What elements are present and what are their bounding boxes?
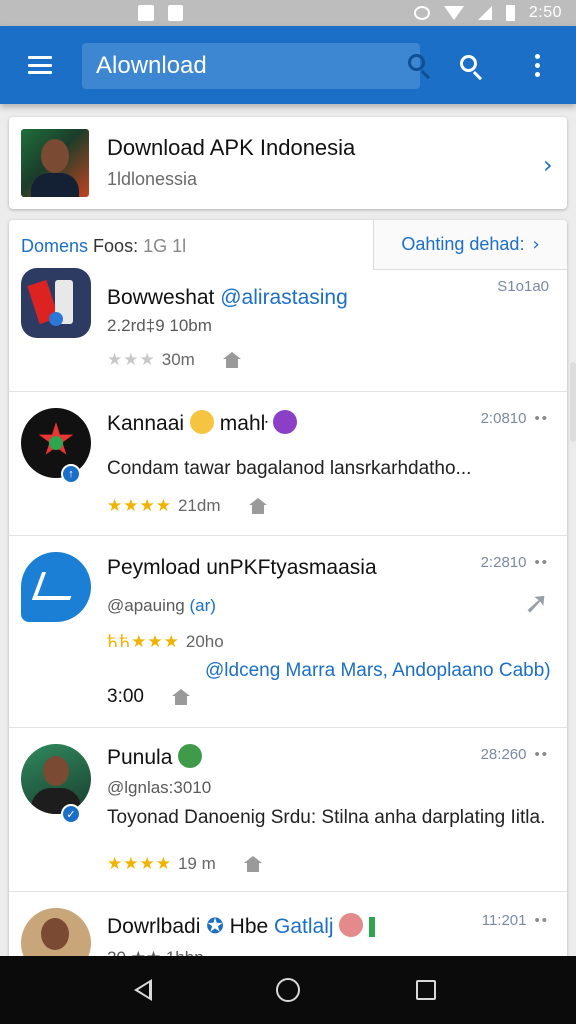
home-circle-icon[interactable]	[276, 978, 300, 1002]
header-foos: Foos:	[93, 236, 139, 256]
home-icon[interactable]	[248, 498, 267, 514]
item-meta: 2.2rd‡9 10bm	[107, 316, 212, 335]
more-vert-icon[interactable]	[534, 54, 542, 78]
notification-icon-2	[168, 5, 183, 21]
status-time: 2:50	[528, 4, 562, 21]
item-description: Condam tawar bagalanod lansrkarhdatho...	[107, 458, 472, 479]
item-time: 28:260 ••	[480, 746, 549, 763]
search-icon[interactable]	[406, 52, 431, 80]
emoji-icon	[339, 913, 364, 938]
verified-badge-icon: ✓	[61, 804, 81, 824]
item-time: 11:201 ••	[481, 912, 549, 929]
rating-text: 21dm	[177, 496, 221, 515]
app-list-panel: Domens Foos: 1G 1l Oahting dehad: › Boww…	[9, 220, 567, 980]
rating-row: ★★★ 30m	[107, 350, 241, 370]
notification-icon	[138, 5, 154, 21]
home-icon[interactable]	[243, 856, 262, 872]
back-icon[interactable]	[134, 979, 152, 1001]
item-time: S1o1a0	[497, 278, 549, 295]
app-name: Dowrlbadi ✪ Hbe Gatlalj	[107, 913, 376, 939]
rating-text: 30m	[161, 350, 195, 369]
verified-badge-icon: ↑	[61, 464, 81, 484]
sort-button[interactable]: Oahting dehad: ›	[373, 220, 567, 270]
smiley-emoji-icon	[189, 410, 214, 435]
item-time: 2:0810 ••	[480, 410, 549, 427]
signal-icon	[477, 6, 492, 20]
search-input[interactable]	[96, 52, 406, 80]
header-count: 1G 1l	[143, 236, 187, 256]
recents-icon[interactable]	[416, 980, 436, 1000]
status-bar: 2:50	[0, 0, 576, 26]
count-text: 3:00	[107, 686, 144, 707]
rating-row: ★★★★ 19 m	[107, 854, 262, 874]
rating-stars: ★★★★	[107, 496, 172, 516]
app-avatar	[21, 408, 91, 478]
app-name: Kannaai mahŀ	[107, 410, 298, 436]
panel-header-label: Domens Foos: 1G 1l	[21, 236, 186, 257]
home-icon[interactable]	[171, 689, 190, 705]
app-name: Punula	[107, 744, 203, 770]
count-row: 3:00	[107, 686, 190, 708]
panel-header: Domens Foos: 1G 1l Oahting dehad: ›	[9, 220, 567, 270]
linked-text[interactable]: @ldceng Marra Mars, Andoplaano Cabb)	[205, 660, 551, 682]
list-item[interactable]: Peymload unPKFtyasmaasia 2:2810 •• @apaui…	[9, 536, 567, 728]
face-emoji-icon	[273, 410, 298, 435]
verified-icon: ✪	[206, 914, 224, 938]
item-meta: @apauing (ar)	[107, 596, 216, 615]
header-domain: Domens	[21, 236, 89, 256]
hotspot-icon	[413, 6, 430, 20]
battery-icon	[505, 5, 515, 21]
scrollbar[interactable]	[570, 362, 576, 442]
list-item[interactable]: Bowweshat @alirastasing S1o1a0 2.2rd‡9 1…	[9, 268, 567, 392]
app-name: Bowweshat @alirastasing	[107, 286, 348, 309]
app-avatar	[21, 268, 91, 338]
app-name: Peymload unPKFtyasmaasia	[107, 556, 377, 579]
search-box[interactable]	[82, 43, 431, 89]
rating-stars: ћћ★★★	[107, 632, 180, 652]
rating-row: ћћ★★★ 20ho	[107, 632, 224, 652]
chevron-right-icon[interactable]: ›	[543, 151, 553, 179]
home-icon[interactable]	[222, 352, 241, 368]
app-avatar	[21, 744, 91, 814]
item-description: Toyonad Danoenig Srdu: Stilna anha darpl…	[107, 807, 546, 828]
app-bar	[0, 26, 576, 104]
sort-label: Oahting dehad:	[401, 234, 525, 254]
item-time: 2:2810 ••	[480, 554, 549, 571]
app-avatar	[21, 552, 91, 622]
wifi-icon	[443, 6, 464, 20]
featured-thumbnail	[21, 129, 89, 197]
hamburger-icon[interactable]	[28, 56, 52, 74]
list-item[interactable]: ✓ Punula 28:260 •• @lgnlas:3010 Toyonad D…	[9, 728, 567, 892]
featured-card[interactable]: Download APK Indonesia 1ldlonessia ›	[9, 117, 567, 209]
emoji-icon	[178, 744, 203, 769]
featured-subtitle: 1ldlonessia	[107, 169, 198, 189]
battery-emoji-icon	[369, 917, 376, 938]
rating-stars: ★★★★	[107, 854, 172, 874]
chevron-right-icon: ›	[532, 234, 540, 255]
share-arrow-icon[interactable]: ➚	[524, 586, 549, 621]
rating-text: 20ho	[185, 632, 224, 651]
rating-text: 19 m	[177, 854, 216, 873]
rating-stars: ★★★	[107, 350, 156, 370]
search-icon[interactable]	[458, 53, 486, 81]
system-nav-bar	[0, 956, 576, 1024]
rating-row: ★★★★ 21dm	[107, 496, 267, 516]
item-meta: @lgnlas:3010	[107, 778, 212, 797]
list-item[interactable]: ↑ Kannaai mahŀ 2:0810 •• Condam tawar bag…	[9, 392, 567, 536]
featured-title: Download APK Indonesia	[107, 135, 356, 160]
